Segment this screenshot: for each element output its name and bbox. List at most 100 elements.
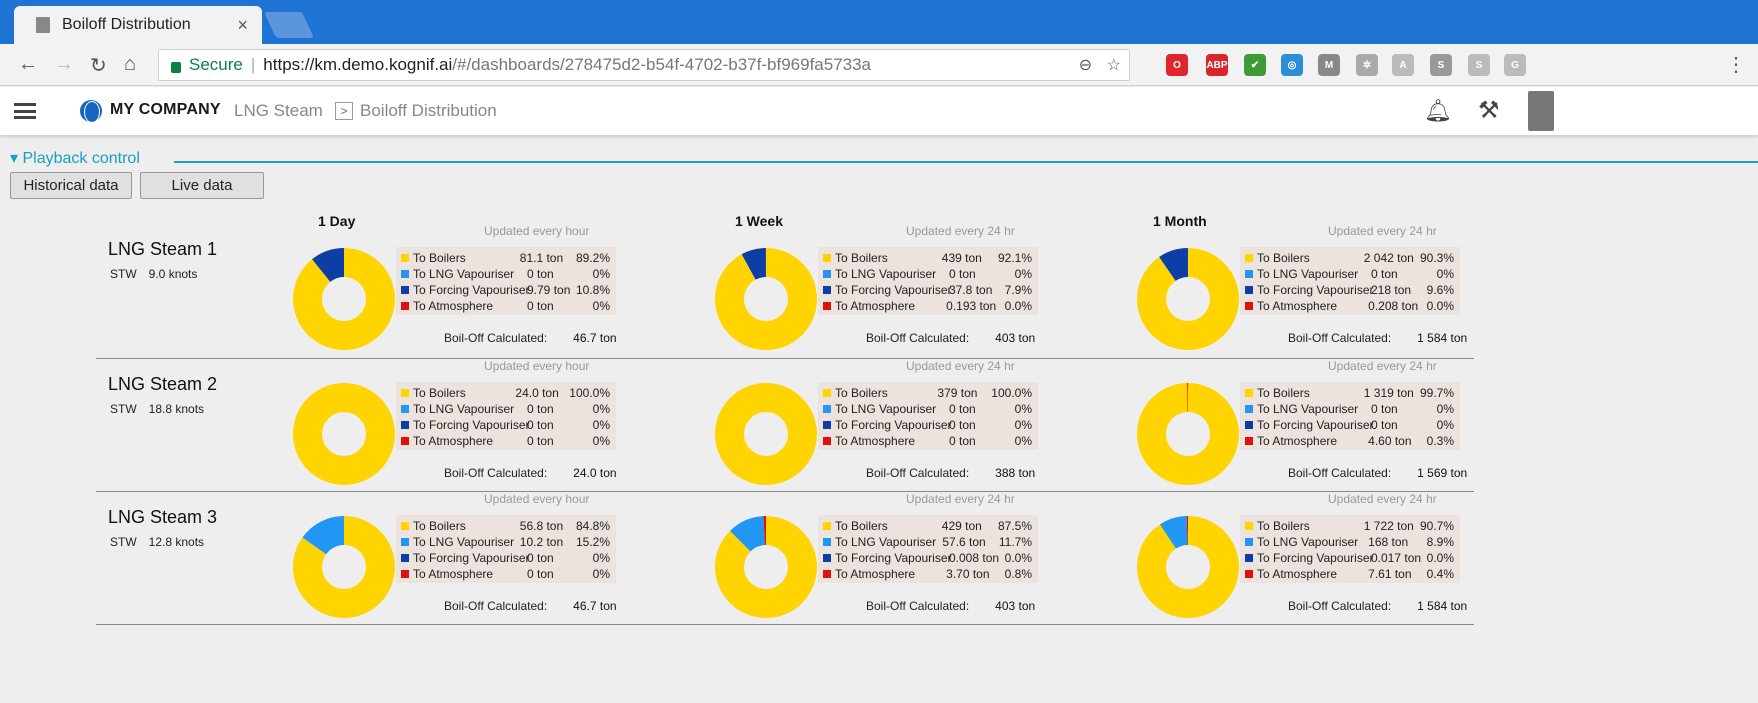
g-ext-icon[interactable]: G — [1504, 54, 1526, 76]
updated-note: Updated every hour — [484, 492, 590, 506]
boil-off-value: 24.0 ton — [573, 466, 617, 480]
legend-value: 0 ton — [527, 267, 554, 281]
legend-swatch — [1245, 389, 1253, 397]
legend-row: To Atmosphere 0 ton 0% — [401, 566, 610, 582]
legend-label: To LNG Vapouriser — [413, 402, 515, 416]
gmail-icon[interactable]: M — [1318, 54, 1340, 76]
acrobat-icon[interactable]: A — [1392, 54, 1414, 76]
company-name[interactable]: MY COMPANY — [110, 101, 221, 119]
live-data-button[interactable]: Live data — [140, 172, 264, 199]
legend-label: To Boilers — [835, 519, 888, 533]
browser-menu-icon[interactable]: ⋮ — [1726, 52, 1746, 77]
home-icon[interactable]: ⌂ — [124, 53, 136, 76]
donut-chart — [293, 383, 395, 485]
legend-percent: 0.4% — [1426, 567, 1454, 581]
avatar[interactable] — [1528, 91, 1554, 131]
legend-row: To Atmosphere 4.60 ton 0.3% — [1245, 433, 1454, 449]
legend-percent: 0.0% — [1004, 299, 1032, 313]
legend-value: 0 ton — [527, 418, 554, 432]
menu-icon[interactable] — [14, 103, 36, 119]
legend-swatch — [823, 302, 831, 310]
legend-percent: 8.9% — [1426, 535, 1454, 549]
legend-percent: 84.8% — [575, 519, 610, 533]
boil-off-value: 1 584 ton — [1417, 599, 1468, 613]
donut-chart — [715, 248, 817, 350]
legend-value: 3.70 ton — [946, 567, 990, 581]
ship-stw: STW 18.8 knots — [110, 402, 204, 416]
legend-percent: 7.9% — [1004, 283, 1032, 297]
legend-swatch — [401, 270, 409, 278]
legend-row: To LNG Vapouriser 0 ton 0% — [823, 401, 1032, 417]
puzzle-icon[interactable]: ✲ — [1356, 54, 1378, 76]
legend-swatch — [401, 538, 409, 546]
legend-label: To Boilers — [413, 251, 466, 265]
notification-bell-icon[interactable]: 🔔︎ — [1424, 98, 1452, 124]
donut-segment-boilers — [293, 383, 395, 485]
url-host: https://km.demo.kognif.ai — [263, 55, 453, 74]
legend-value: 57.6 ton — [942, 535, 986, 549]
boil-off-value: 46.7 ton — [573, 599, 617, 613]
new-tab-button[interactable] — [263, 12, 315, 38]
legend-value: 0 ton — [527, 299, 554, 313]
boil-off-calculated: Boil-Off Calculated: 24.0 ton — [444, 466, 617, 480]
legend-swatch — [823, 254, 831, 262]
boil-off-label: Boil-Off Calculated: — [866, 331, 970, 345]
legend-row: To Forcing Vapouriser 0 ton 0% — [823, 417, 1032, 433]
tab-close-icon[interactable]: × — [237, 15, 248, 36]
legend-label: To LNG Vapouriser — [835, 267, 937, 281]
updated-note: Updated every hour — [484, 359, 590, 373]
legend-swatch — [401, 421, 409, 429]
reload-icon[interactable]: ↻ — [90, 53, 107, 78]
legend-value: 0 ton — [1371, 402, 1398, 416]
legend-value: 0 ton — [527, 567, 554, 581]
legend-row: To Atmosphere 0.193 ton 0.0% — [823, 298, 1032, 314]
skype-icon[interactable]: S — [1468, 54, 1490, 76]
legend-row: To Forcing Vapouriser 9.79 ton 10.8% — [401, 282, 610, 298]
legend-value: 10.2 ton — [519, 535, 564, 549]
legend-percent: 0% — [592, 434, 610, 448]
legend-row: To Forcing Vapouriser 218 ton 9.6% — [1245, 282, 1454, 298]
legend-percent: 90.7% — [1419, 519, 1454, 533]
legend-label: To LNG Vapouriser — [1257, 535, 1359, 549]
browser-tab[interactable]: Boiloff Distribution × — [14, 6, 262, 44]
forward-icon[interactable]: → — [54, 53, 74, 76]
adblock-icon[interactable]: ABP — [1206, 54, 1228, 76]
boil-off-calculated: Boil-Off Calculated: 46.7 ton — [444, 599, 617, 613]
legend-swatch — [1245, 538, 1253, 546]
tools-icon[interactable]: ⚒ — [1478, 96, 1500, 125]
legend-label: To Atmosphere — [1257, 434, 1338, 448]
zoom-icon[interactable]: ⊖ — [1079, 57, 1092, 74]
legend-swatch — [401, 522, 409, 530]
legend-label: To Forcing Vapouriser — [835, 418, 952, 432]
legend-swatch — [401, 554, 409, 562]
legend-value: 24.0 ton — [515, 386, 559, 400]
legend-percent: 0% — [1014, 434, 1032, 448]
back-icon[interactable]: ← — [18, 53, 38, 76]
s-ext-icon[interactable]: S — [1430, 54, 1452, 76]
legend-row: To Forcing Vapouriser 0 ton 0% — [1245, 417, 1454, 433]
donut-segment-boilers — [1137, 383, 1239, 485]
legend-value: 0 ton — [949, 418, 976, 432]
playback-control-toggle[interactable]: ▾ Playback control — [10, 148, 140, 168]
donut-chart — [715, 383, 817, 485]
boil-off-calculated: Boil-Off Calculated: 1 584 ton — [1288, 599, 1467, 613]
legend-percent: 15.2% — [575, 535, 610, 549]
updated-note: Updated every 24 hr — [1328, 359, 1437, 373]
check-icon[interactable]: ✔ — [1244, 54, 1266, 76]
compass-icon[interactable]: ◎ — [1281, 54, 1303, 76]
bookmark-star-icon[interactable]: ☆ — [1107, 57, 1121, 74]
breadcrumb-lng-steam[interactable]: LNG Steam — [234, 101, 323, 121]
chart-legend: To Boilers 2 042 ton 90.3% To LNG Vapourise… — [1240, 247, 1460, 315]
donut-chart — [715, 516, 817, 618]
opera-icon[interactable]: O — [1166, 54, 1188, 76]
legend-percent: 90.3% — [1419, 251, 1454, 265]
historical-data-button[interactable]: Historical data — [10, 172, 132, 199]
legend-value: 4.60 ton — [1368, 434, 1412, 448]
legend-label: To Boilers — [413, 386, 466, 400]
legend-label: To Atmosphere — [835, 567, 916, 581]
legend-percent: 0% — [1014, 418, 1032, 432]
legend-swatch — [1245, 254, 1253, 262]
legend-value: 0 ton — [949, 267, 976, 281]
legend-value: 0.208 ton — [1368, 299, 1419, 313]
url-input[interactable]: Secure | https://km.demo.kognif.ai /#/da… — [158, 49, 1130, 81]
